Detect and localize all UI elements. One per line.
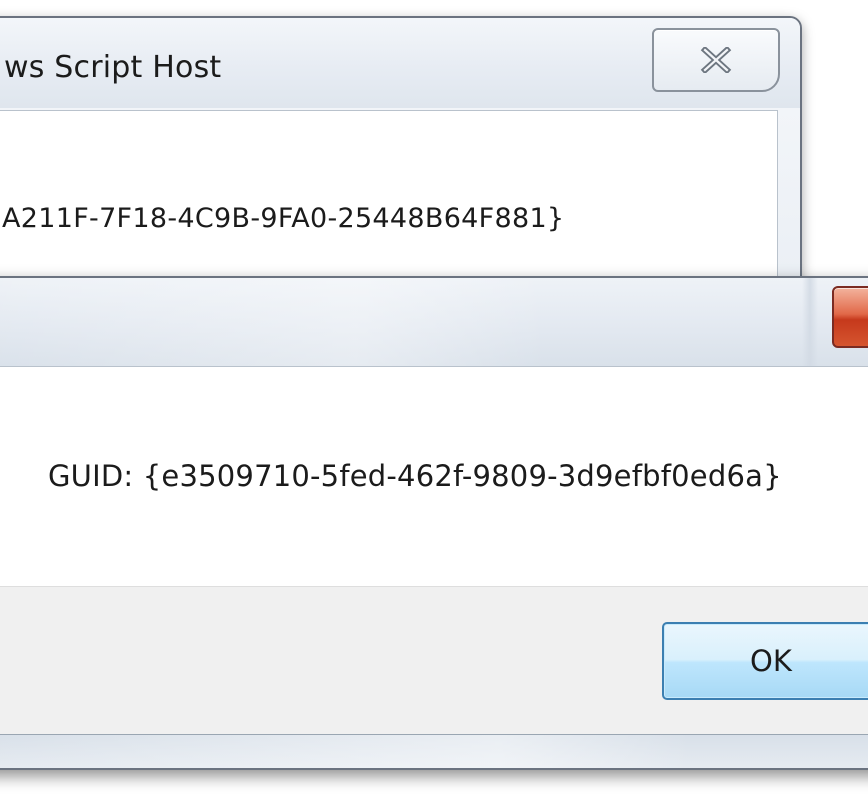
dialog-button-bar: OK <box>0 586 868 735</box>
front-dialog-close-button[interactable] <box>832 286 868 348</box>
back-dialog-message: A211F-7F18-4C9B-9FA0-25448B64F881} <box>2 203 565 234</box>
ok-button[interactable]: OK <box>662 622 868 700</box>
close-x-icon <box>700 47 732 73</box>
front-dialog-titlebar[interactable] <box>0 278 868 366</box>
script-host-dialog-back: ws Script Host A211F-7F18-4C9B-9FA0-2544… <box>0 16 802 320</box>
desktop: ws Script Host A211F-7F18-4C9B-9FA0-2544… <box>0 0 868 802</box>
front-dialog-content: GUID: {e3509710-5fed-462f-9809-3d9efbf0e… <box>0 366 868 587</box>
back-dialog-titlebar[interactable]: ws Script Host <box>0 18 800 108</box>
guid-message: GUID: {e3509710-5fed-462f-9809-3d9efbf0e… <box>48 459 782 493</box>
dialog-bottom-frame <box>0 734 868 768</box>
back-dialog-close-button[interactable] <box>652 28 780 92</box>
titlebar-glass-streak <box>802 278 818 366</box>
back-dialog-title: ws Script Host <box>4 50 222 85</box>
guid-message-dialog: GUID: {e3509710-5fed-462f-9809-3d9efbf0e… <box>0 276 868 770</box>
